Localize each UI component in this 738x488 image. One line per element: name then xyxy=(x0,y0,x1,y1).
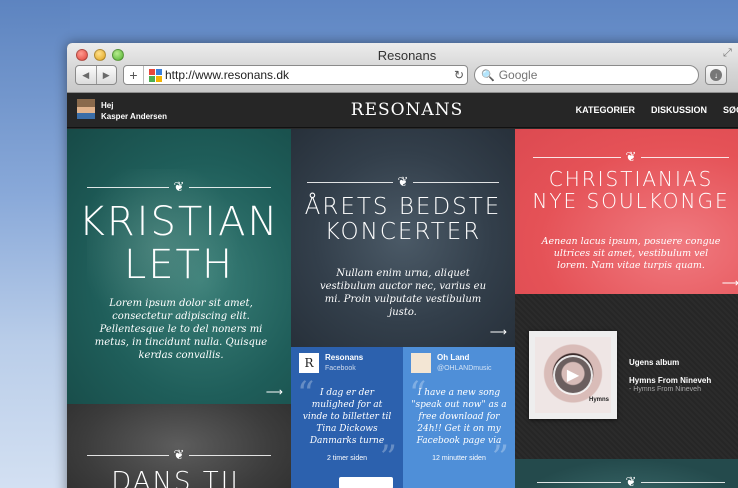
resonans-logo-icon: R xyxy=(299,353,319,373)
browser-toolbar: ◀ ▶ + http://www.resonans.dk ↻ 🔍 ↓ xyxy=(75,64,738,86)
facebook-post-tile[interactable]: R Resonans Facebook “ ” I dag er der mul… xyxy=(291,347,403,488)
search-field[interactable]: 🔍 xyxy=(474,65,699,85)
back-button[interactable]: ◀ xyxy=(76,66,96,84)
url-text[interactable]: http://www.resonans.dk xyxy=(165,68,451,82)
tile-title-line1: ÅRETS BEDSTE xyxy=(304,194,502,220)
feature-tile-koncerter[interactable]: ❦ ÅRETS BEDSTE KONCERTER Nullam enim urn… xyxy=(291,129,515,347)
search-input[interactable] xyxy=(498,68,679,82)
oh-land-avatar xyxy=(411,353,431,373)
album-info: Ugens album Hymns From Nineveh xyxy=(629,354,711,390)
ornament-icon: ❦ xyxy=(625,150,637,165)
post-source: Facebook xyxy=(325,365,356,372)
ornament-divider: ❦ xyxy=(537,475,725,488)
play-icon[interactable]: ▶ xyxy=(553,355,593,395)
post-author[interactable]: Resonans xyxy=(325,353,363,363)
site-header: Hej Kasper Andersen RESONANS KATEGORIER … xyxy=(67,93,738,128)
ornament-divider: ❦ xyxy=(307,175,499,190)
main-nav: KATEGORIER DISKUSSION SØG xyxy=(576,105,738,115)
fullscreen-icon[interactable]: ⤢ xyxy=(723,47,735,59)
browser-titlebar: Resonans ⤢ ◀ ▶ + http://www.resonans.dk … xyxy=(67,43,738,93)
desktop-background xyxy=(0,0,70,488)
feature-tile-dans-til[interactable]: ❦ DANS TIL xyxy=(67,404,291,488)
add-bookmark-button[interactable]: + xyxy=(124,66,144,84)
ornament-divider: ❦ xyxy=(87,448,271,463)
tile-title-line2: LETH xyxy=(123,242,235,289)
post-time: 12 minutter siden xyxy=(432,455,486,462)
twitter-post-tile[interactable]: Oh Land @OHLANDmusic “ ” I have a new so… xyxy=(403,347,515,488)
tile-title: KRISTIAN LETH xyxy=(67,199,291,289)
ornament-icon: ❦ xyxy=(173,448,185,463)
nav-item-diskussion[interactable]: DISKUSSION xyxy=(651,105,707,115)
album-of-the-week-tile[interactable]: ▶ Hymns Ugens album Hymns From Nineveh -… xyxy=(515,294,738,459)
browser-window: Resonans ⤢ ◀ ▶ + http://www.resonans.dk … xyxy=(67,43,738,488)
tile-title: DANS TIL xyxy=(111,467,247,488)
forward-button[interactable]: ▶ xyxy=(95,66,117,84)
tile-title-line2: NYE SOULKONGE xyxy=(532,188,730,213)
tile-title-line1: KRISTIAN xyxy=(78,199,280,245)
ornament-icon: ❦ xyxy=(625,475,637,488)
like-button[interactable] xyxy=(339,477,393,488)
tile-title-line1: CHRISTIANIAS xyxy=(548,167,714,191)
nav-buttons: ◀ ▶ xyxy=(75,65,117,85)
post-author[interactable]: Oh Land xyxy=(437,353,492,363)
download-icon: ↓ xyxy=(710,69,722,81)
tile-text: Nullam enim urna, aliquet vestibulum auc… xyxy=(319,268,487,318)
tile-text: Aenean lacus ipsum, posuere congue ultri… xyxy=(541,236,721,271)
arrow-right-icon[interactable]: ⟶ xyxy=(266,385,283,399)
arrow-right-icon[interactable]: ⟶ xyxy=(490,325,507,339)
post-header: R Resonans Facebook xyxy=(299,353,363,374)
post-handle: @OHLANDmusic xyxy=(437,365,492,372)
tile-title-line2: KONCERTER xyxy=(324,218,482,245)
ornament-divider: ❦ xyxy=(87,180,271,195)
feature-tile-christianias[interactable]: ❦ CHRISTIANIAS NYE SOULKONGE Aenean lacu… xyxy=(515,129,738,294)
downloads-button[interactable]: ↓ xyxy=(705,65,727,85)
ornament-icon: ❦ xyxy=(397,175,409,190)
album-cover-text: Hymns xyxy=(589,397,610,403)
album-label: Ugens album xyxy=(629,358,680,367)
post-header: Oh Land @OHLANDmusic xyxy=(411,353,492,374)
reload-icon[interactable]: ↻ xyxy=(451,68,467,82)
post-time: 2 timer siden xyxy=(326,455,368,462)
feature-tile-kristian-leth[interactable]: ❦ KRISTIAN LETH Lorem ipsum dolor sit am… xyxy=(67,129,291,404)
search-icon: 🔍 xyxy=(481,69,495,82)
arrow-right-icon[interactable]: ⟶ xyxy=(722,276,738,290)
tile-title: ÅRETS BEDSTE KONCERTER xyxy=(291,195,515,245)
feature-tile-teal[interactable]: ❦ xyxy=(515,459,738,488)
post-text: I have a new song "speak out now" as a f… xyxy=(411,388,507,446)
nav-item-kategorier[interactable]: KATEGORIER xyxy=(576,105,635,115)
window-title: Resonans xyxy=(377,48,437,63)
ornament-icon: ❦ xyxy=(173,180,185,195)
favicon-icon xyxy=(149,68,162,82)
content-grid: ❦ KRISTIAN LETH Lorem ipsum dolor sit am… xyxy=(67,129,738,488)
ornament-divider: ❦ xyxy=(533,150,729,165)
post-text: I dag er der mulighed for at vinde to bi… xyxy=(302,388,392,446)
album-cover[interactable]: ▶ Hymns xyxy=(529,331,617,419)
album-track[interactable]: - Hymns From Nineveh xyxy=(629,386,701,393)
nav-item-sog[interactable]: SØG xyxy=(723,105,738,115)
tile-title: CHRISTIANIAS NYE SOULKONGE xyxy=(515,167,738,213)
tile-text: Lorem ipsum dolor sit amet, consectetur … xyxy=(94,298,268,361)
address-bar[interactable]: + http://www.resonans.dk ↻ xyxy=(123,65,468,85)
